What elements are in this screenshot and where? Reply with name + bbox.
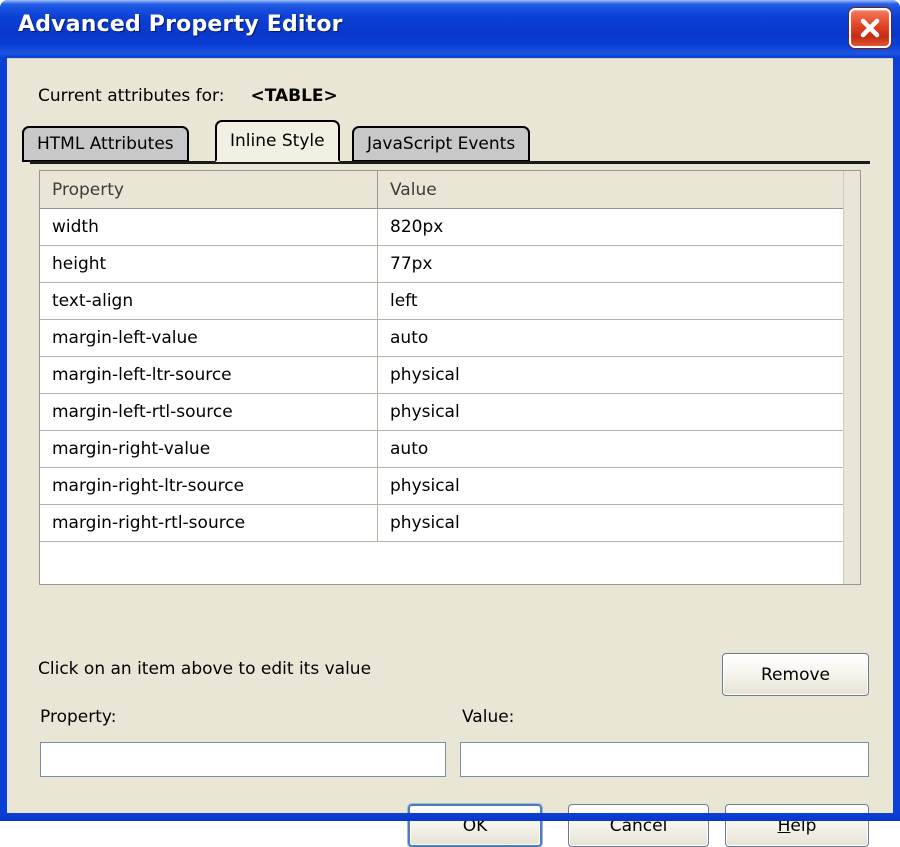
dialog-client-area: Current attributes for: <TABLE> HTML Attr…	[7, 58, 893, 847]
window-bottom-border	[0, 813, 900, 821]
table-row[interactable]: margin-right-value auto	[40, 431, 860, 468]
table-row[interactable]: text-align left	[40, 283, 860, 320]
remove-button[interactable]: Remove	[722, 653, 869, 696]
table-row[interactable]: margin-left-rtl-source physical	[40, 394, 860, 431]
close-x-glyph	[860, 18, 880, 38]
column-header-property[interactable]: Property	[40, 171, 378, 208]
remove-button-label: Remove	[761, 664, 830, 685]
table-row[interactable]: margin-left-ltr-source physical	[40, 357, 860, 394]
list-empty-space	[40, 542, 860, 584]
property-list-panel: Property Value width 820px height 77px t…	[30, 161, 870, 586]
tab-label: JavaScript Events	[367, 134, 516, 154]
help-button[interactable]: Help	[725, 804, 869, 847]
table-row[interactable]: height 77px	[40, 246, 860, 283]
tab-html-attributes[interactable]: HTML Attributes	[22, 126, 189, 162]
value-field-label: Value:	[462, 707, 515, 727]
table-row[interactable]: margin-right-ltr-source physical	[40, 468, 860, 505]
property-list-header: Property Value	[40, 171, 860, 209]
vertical-scrollbar[interactable]	[843, 171, 860, 584]
property-field-label: Property:	[40, 707, 117, 727]
cell-value: 77px	[390, 254, 433, 274]
table-row[interactable]: width 820px	[40, 209, 860, 246]
cell-property: margin-left-value	[40, 320, 378, 356]
property-input[interactable]	[40, 742, 446, 777]
tab-inline-style[interactable]: Inline Style	[215, 120, 340, 162]
cell-value: physical	[390, 476, 460, 496]
cell-value: physical	[390, 365, 460, 385]
table-row[interactable]: margin-right-rtl-source physical	[40, 505, 860, 542]
property-list-body: width 820px height 77px text-align left …	[40, 209, 860, 584]
cell-value: physical	[390, 513, 460, 533]
cell-property: text-align	[40, 283, 378, 319]
current-attributes-line: Current attributes for: <TABLE>	[38, 86, 338, 106]
tab-javascript-events[interactable]: JavaScript Events	[352, 126, 531, 162]
tab-strip: HTML Attributes Inline Style JavaScript …	[22, 120, 882, 162]
cell-value: auto	[390, 439, 429, 459]
cell-value: 820px	[390, 217, 444, 237]
target-element-tag: <TABLE>	[250, 86, 338, 106]
close-icon[interactable]	[849, 8, 891, 48]
property-list[interactable]: Property Value width 820px height 77px t…	[39, 170, 861, 585]
value-input[interactable]	[460, 742, 869, 777]
cell-value: auto	[390, 328, 429, 348]
cell-property: margin-left-rtl-source	[40, 394, 378, 430]
cell-property: height	[40, 246, 378, 282]
tab-label: Inline Style	[230, 131, 325, 151]
table-row[interactable]: margin-left-value auto	[40, 320, 860, 357]
current-attributes-label: Current attributes for:	[38, 86, 225, 106]
cell-value: physical	[390, 402, 460, 422]
cell-property: margin-right-rtl-source	[40, 505, 378, 541]
cell-property: margin-right-ltr-source	[40, 468, 378, 504]
column-header-value[interactable]: Value	[378, 171, 860, 208]
cell-property: margin-left-ltr-source	[40, 357, 378, 393]
tab-label: HTML Attributes	[37, 134, 174, 154]
cell-property: width	[40, 209, 378, 245]
cell-value: left	[390, 291, 418, 311]
edit-hint-text: Click on an item above to edit its value	[38, 659, 372, 679]
title-bar[interactable]: Advanced Property Editor	[0, 0, 900, 58]
cancel-button[interactable]: Cancel	[568, 804, 709, 847]
window-title: Advanced Property Editor	[18, 12, 343, 37]
cell-property: margin-right-value	[40, 431, 378, 467]
dialog-window: Advanced Property Editor Current attribu…	[0, 0, 900, 847]
ok-button[interactable]: OK	[408, 804, 542, 847]
